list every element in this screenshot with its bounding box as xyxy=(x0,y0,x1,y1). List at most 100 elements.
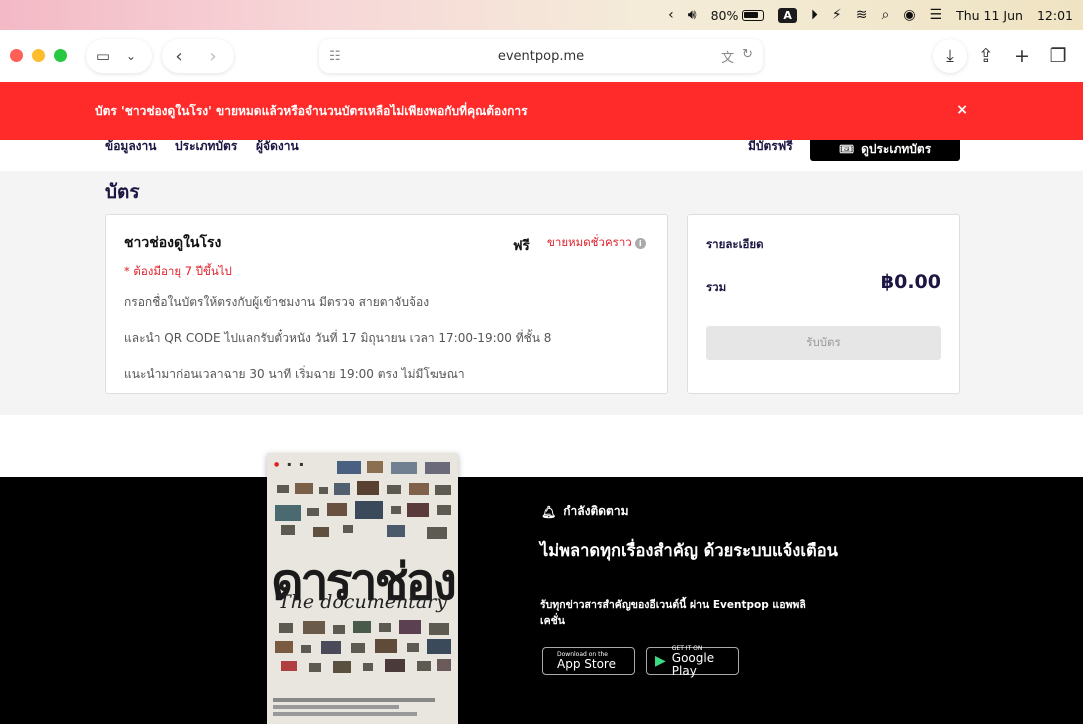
download-icon[interactable]: ⤓ xyxy=(933,39,967,73)
battery-percent: 80% xyxy=(710,7,739,23)
poster-logo-3: ▪ xyxy=(299,461,304,468)
poster-photo xyxy=(407,503,429,517)
poster-photo xyxy=(281,661,297,671)
poster-photo xyxy=(327,503,347,516)
poster-photo xyxy=(391,506,401,514)
view-ticket-types-label: ดูประเภทบัตร xyxy=(861,141,932,156)
translate-icon[interactable]: 文 xyxy=(721,47,734,66)
poster-photo xyxy=(407,643,419,652)
volume-icon[interactable]: 🔊︎ xyxy=(688,7,697,23)
tab-overview-icon[interactable]: ❐ xyxy=(1041,39,1075,73)
poster-footer-line xyxy=(273,705,399,709)
app-store-big: App Store xyxy=(557,657,616,671)
poster-photo xyxy=(387,525,405,537)
close-window-button[interactable] xyxy=(10,49,23,62)
order-summary: รายละเอียด รวม ฿0.00 รับบัตร xyxy=(687,214,960,394)
poster-photo xyxy=(295,483,313,494)
menubar-time[interactable]: 12:01 xyxy=(1037,8,1073,23)
google-play-button[interactable]: ▶ GET IT ON Google Play xyxy=(646,645,739,678)
poster-photo xyxy=(319,487,328,494)
poster-photo xyxy=(334,483,350,495)
event-subnav: ข้อมูลงาน ประเภทบัตร ผู้จัดงาน มีบัตรฟรี… xyxy=(0,137,1083,171)
poster-photo xyxy=(387,485,401,494)
minimize-window-button[interactable] xyxy=(32,49,45,62)
poster-photo xyxy=(333,625,345,634)
poster-photo xyxy=(307,508,319,516)
search-icon[interactable]: ⌕ xyxy=(881,7,889,23)
ticket-icon: 🎟︎ xyxy=(838,142,855,156)
follow-status[interactable]: 🔔︎ กำลังติดตาม xyxy=(541,502,628,521)
sidebar-icon[interactable]: ▭ xyxy=(86,39,120,73)
event-poster: ● ▪ ▪ ดาราช่อง The documentary xyxy=(267,453,458,724)
battery-icon xyxy=(742,9,765,21)
address-bar[interactable]: ☷ eventpop.me 文 ↻ xyxy=(319,39,763,73)
poster-photo xyxy=(275,505,301,521)
new-tab-icon[interactable]: + xyxy=(1005,39,1039,73)
view-ticket-types-button[interactable]: 🎟︎ ดูประเภทบัตร xyxy=(810,137,960,161)
poster-photo xyxy=(313,527,329,537)
poster-footer-line xyxy=(273,698,435,702)
wifi-icon[interactable]: ≋ xyxy=(856,7,868,23)
promo-body: รับทุกข่าวสารสำคัญของอีเวนต์นี้ ผ่าน Eve… xyxy=(540,599,806,627)
poster-photo xyxy=(351,643,365,653)
ticket-note-1: กรอกชื่อในบัตรให้ตรงกับผู้เข้าชมงาน มีตร… xyxy=(124,295,430,309)
chevron-down-icon[interactable]: ⌄ xyxy=(120,39,142,73)
forward-button[interactable]: › xyxy=(196,39,230,73)
poster-photo xyxy=(337,461,361,474)
age-requirement: * ต้องมีอายุ 7 ปีขึ้นไป xyxy=(124,264,232,278)
back-button[interactable]: ‹ xyxy=(162,39,196,73)
control-center-icon[interactable]: ☰ xyxy=(930,7,943,23)
tickets-section: บัตร ชาวช่องดูในโรง ฟรี ขายหมดชั่วคราว i… xyxy=(0,171,1083,415)
zoom-window-button[interactable] xyxy=(54,49,67,62)
play-icon[interactable]: ⏵ xyxy=(811,7,818,23)
poster-photo xyxy=(385,659,405,672)
section-title: บัตร xyxy=(105,181,140,203)
ticket-status: ขายหมดชั่วคราว i xyxy=(547,234,646,252)
poster-photo xyxy=(391,462,417,474)
app-store-button[interactable]: Download on the App Store xyxy=(542,647,635,675)
window-controls xyxy=(10,49,67,62)
siri-icon[interactable]: ◉ xyxy=(903,7,915,23)
follow-label: กำลังติดตาม xyxy=(563,504,629,518)
info-icon[interactable]: i xyxy=(634,237,646,249)
notification-promo: 🔔︎ กำลังติดตาม ไม่พลาดทุกเรื่องสำคัญ ด้ว… xyxy=(0,477,1083,724)
poster-footer-line xyxy=(273,712,417,716)
menu-bar: ‹ 🔊︎ 80% A ⏵ ⚡ ≋ ⌕ ◉ ☰ Thu 11 Jun 12:01 xyxy=(0,0,1083,30)
alert-message: บัตร 'ชาวช่องดูในโรง' ขายหมดแล้วหรือจำนว… xyxy=(95,103,528,118)
ticket-price: ฟรี xyxy=(513,238,530,254)
battery-indicator[interactable]: 80% xyxy=(711,8,765,23)
reload-icon[interactable]: ↻ xyxy=(742,47,753,66)
poster-photo xyxy=(427,527,447,539)
ticket-name: ชาวช่องดูในโรง xyxy=(124,235,222,251)
page-menu-icon[interactable]: ☷ xyxy=(329,49,341,64)
poster-photo xyxy=(379,623,391,632)
poster-photo xyxy=(367,461,383,473)
get-ticket-button[interactable]: รับบัตร xyxy=(706,326,941,360)
promo-headline: ไม่พลาดทุกเรื่องสำคัญ ด้วยระบบแจ้งเตือน xyxy=(540,541,838,560)
poster-photo xyxy=(301,645,311,653)
poster-logo-2: ▪ xyxy=(287,461,292,468)
poster-photo xyxy=(279,623,293,633)
navigation-group: ‹ › xyxy=(162,39,234,73)
battery-charge-icon[interactable]: ⚡ xyxy=(832,7,842,23)
app-store-text: Download on the App Store xyxy=(557,651,616,671)
poster-photo xyxy=(435,485,451,495)
poster-photo xyxy=(363,663,373,671)
chevron-left-icon[interactable]: ‹ xyxy=(668,7,674,23)
menubar-date[interactable]: Thu 11 Jun xyxy=(956,8,1023,23)
poster-photo xyxy=(353,621,371,633)
share-icon[interactable]: ⇪ xyxy=(969,39,1003,73)
input-source-indicator[interactable]: A xyxy=(778,7,797,23)
google-play-text: GET IT ON Google Play xyxy=(672,645,730,678)
toolbar-actions: ⤓ ⇪ + ❐ xyxy=(933,39,1075,73)
poster-photo xyxy=(277,485,289,493)
spacer xyxy=(0,415,1083,477)
ticket-card: ชาวช่องดูในโรง ฟรี ขายหมดชั่วคราว i * ต้… xyxy=(105,214,668,394)
bell-icon: 🔔︎ xyxy=(541,504,557,519)
poster-photo xyxy=(375,639,397,653)
close-alert-button[interactable]: × xyxy=(956,102,968,118)
poster-photo xyxy=(303,621,325,634)
poster-footer-text xyxy=(273,698,453,716)
summary-title: รายละเอียด xyxy=(706,237,764,251)
poster-photo xyxy=(425,462,450,474)
